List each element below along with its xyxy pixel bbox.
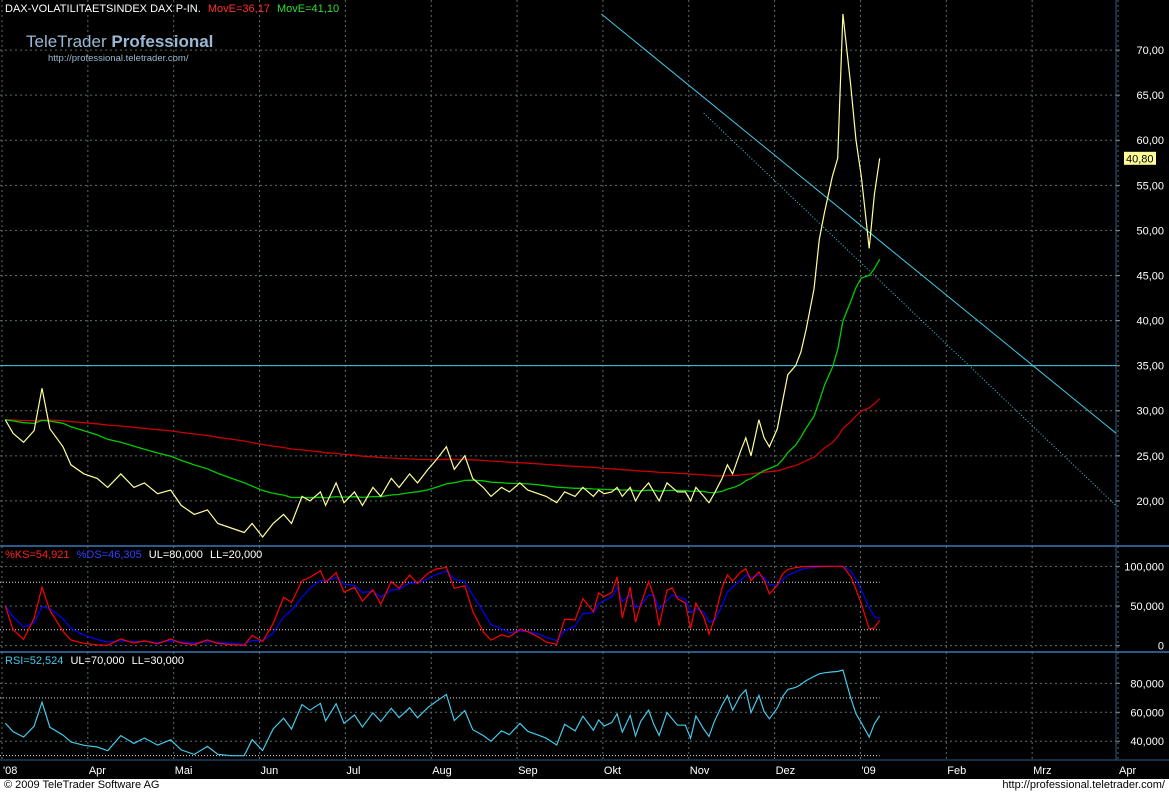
x-tick-label: Mrz (1033, 765, 1051, 777)
x-tick-label: Apr (89, 765, 106, 777)
rsi-y-tick-label: 80,000 (1130, 678, 1164, 690)
footer-bar (0, 779, 1169, 796)
stoch-d-label: %DS=46,305 (77, 549, 142, 561)
stochastic-y-tick-label: 100,000 (1124, 561, 1164, 573)
ma-long-label: MovE=41,10 (277, 3, 339, 15)
price-y-tick-label: 50,00 (1136, 225, 1164, 237)
price-y-tick-label: 25,00 (1136, 451, 1164, 463)
instrument-name: DAX-VOLATILITAETSINDEX DAX P-IN. (5, 3, 201, 15)
price-y-tick-label: 35,00 (1136, 361, 1164, 373)
x-tick-label: Nov (690, 765, 710, 777)
price-y-tick-label: 60,00 (1136, 135, 1164, 147)
price-panel-title: DAX-VOLATILITAETSINDEX DAX P-IN. MovE=36… (5, 3, 339, 15)
stoch-ll-label: LL=20,000 (210, 549, 262, 561)
price-y-tick-label: 70,00 (1136, 45, 1164, 57)
x-tick-label: Sep (518, 765, 538, 777)
logo-brand-bold: Professional (111, 32, 213, 51)
rsi-label: RSI=52,524 (5, 655, 63, 667)
price-y-tick-label: 65,00 (1136, 90, 1164, 102)
logo-brand: TeleTrader Professional (26, 32, 213, 51)
rsi-y-tick-label: 60,000 (1130, 707, 1164, 719)
rsi-ll-label: LL=30,000 (132, 655, 184, 667)
price-y-tick-label: 45,00 (1136, 270, 1164, 282)
chart-canvas: 20,00 25,00 30,00 35,00 40,00 45,00 50,00 55,00… (0, 0, 1169, 796)
x-tick-label: Aug (432, 765, 452, 777)
x-tick-label: Apr (1119, 765, 1136, 777)
stoch-k-label: %KS=54,921 (5, 549, 70, 561)
rsi-y-tick-label: 40,000 (1130, 736, 1164, 748)
logo-brand-plain: TeleTrader (26, 32, 111, 51)
chart-window: 20,00 25,00 30,00 35,00 40,00 45,00 50,00 55,00… (0, 0, 1169, 796)
price-y-tick-label: 55,00 (1136, 180, 1164, 192)
price-y-tick-label: 20,00 (1136, 496, 1164, 508)
x-tick-label: Dez (776, 765, 796, 777)
x-tick-label: Feb (947, 765, 966, 777)
teletrader-logo: TeleTrader Professional http://professio… (26, 32, 213, 64)
last-value-marker: 40,80 (1124, 151, 1156, 165)
x-tick-label: Jul (346, 765, 360, 777)
stoch-ul-label: UL=80,000 (149, 549, 203, 561)
stochastic-y-tick-label: 0 (1158, 641, 1164, 653)
rsi-ul-label: UL=70,000 (70, 655, 124, 667)
last-value-text: 40,80 (1126, 153, 1154, 165)
rsi-panel-title: RSI=52,524 UL=70,000 LL=30,000 (5, 655, 184, 667)
footer-url: http://professional.teletrader.com/ (1002, 779, 1165, 791)
price-panel-bg (0, 0, 1169, 546)
logo-url: http://professional.teletrader.com/ (48, 53, 189, 64)
x-tick-label: Mai (175, 765, 193, 777)
x-tick-label: Jun (261, 765, 279, 777)
x-tick-label: '09 (861, 765, 875, 777)
stochastic-panel-bg (0, 546, 1169, 652)
stochastic-panel-title: %KS=54,921 %DS=46,305 UL=80,000 LL=20,00… (5, 549, 262, 561)
stochastic-y-tick-label: 50,000 (1130, 601, 1164, 613)
ma-short-label: MovE=36,17 (208, 3, 270, 15)
price-y-tick-label: 30,00 (1136, 406, 1164, 418)
x-tick-label: '08 (3, 765, 17, 777)
price-y-tick-label: 40,00 (1136, 316, 1164, 328)
x-tick-label: Okt (604, 765, 621, 777)
footer-copyright: © 2009 TeleTrader Software AG (4, 779, 160, 791)
